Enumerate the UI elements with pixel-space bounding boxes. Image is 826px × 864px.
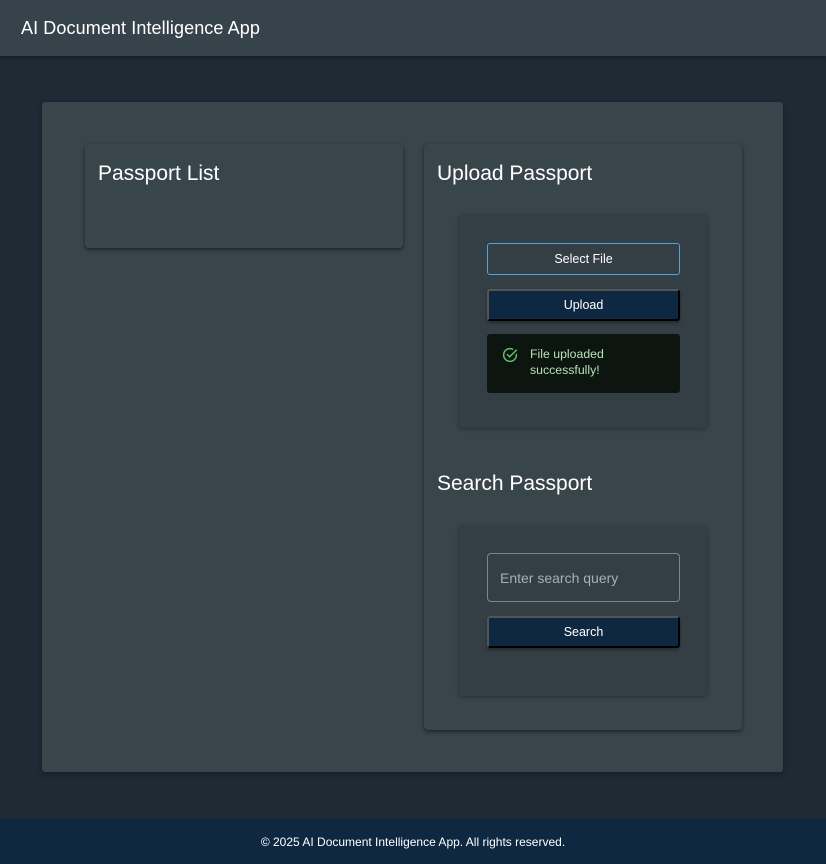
upload-success-alert: File uploaded successfully! (487, 334, 680, 393)
main-container: Passport List Upload Passport Select Fil… (42, 102, 783, 772)
passport-actions-card: Upload Passport Select File Upload File … (424, 144, 742, 730)
app-bar: AI Document Intelligence App (0, 0, 826, 56)
select-file-button[interactable]: Select File (487, 243, 680, 275)
search-input[interactable] (487, 553, 680, 602)
passport-list-card: Passport List (85, 144, 403, 248)
upload-passport-title: Upload Passport (437, 162, 593, 185)
search-panel: Search (459, 526, 707, 696)
check-circle-outline-icon (501, 346, 519, 364)
search-button[interactable]: Search (487, 616, 680, 648)
upload-panel: Select File Upload File uploaded success… (459, 215, 707, 428)
footer: © 2025 AI Document Intelligence App. All… (0, 819, 826, 864)
app-title: AI Document Intelligence App (21, 17, 260, 38)
upload-button[interactable]: Upload (487, 289, 680, 321)
upload-success-message: File uploaded successfully! (530, 347, 604, 377)
search-passport-title: Search Passport (437, 472, 593, 495)
passport-list-title: Passport List (98, 162, 220, 185)
footer-copyright: © 2025 AI Document Intelligence App. All… (260, 834, 566, 849)
